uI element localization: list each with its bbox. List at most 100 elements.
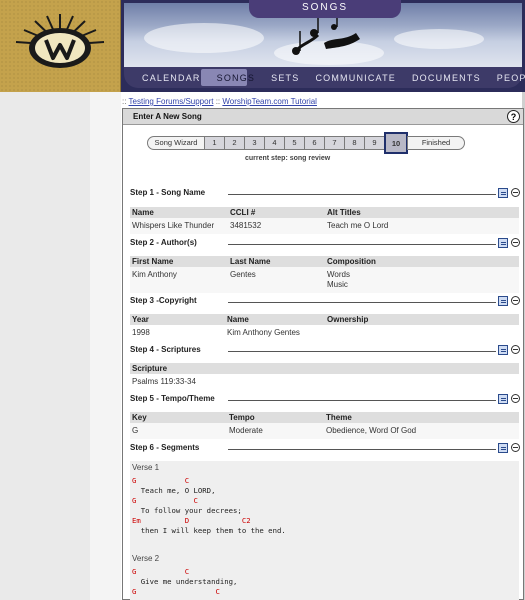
- alt-title: Teach me O Lord: [327, 221, 389, 230]
- chord-line: G C: [132, 476, 190, 485]
- logo-area: [0, 0, 121, 92]
- wizard-step-3[interactable]: 3: [244, 136, 265, 150]
- breadcrumb-separator: ::: [215, 97, 221, 106]
- author-first-name: Kim Anthony: [132, 270, 177, 279]
- music-notes-icon: [292, 15, 360, 55]
- step2-table: First Name Last Name Composition Kim Ant…: [130, 256, 519, 293]
- chord-line: G C: [132, 587, 220, 596]
- edit-icon[interactable]: [498, 188, 508, 198]
- edit-icon[interactable]: [498, 238, 508, 248]
- remove-icon[interactable]: [511, 345, 520, 354]
- wizard-step-9[interactable]: 9: [364, 136, 385, 150]
- table-row: 1998 Kim Anthony Gentes: [130, 325, 519, 341]
- composition-music: Music: [327, 280, 348, 289]
- remove-icon[interactable]: [511, 296, 520, 305]
- edit-icon[interactable]: [498, 394, 508, 404]
- remove-icon[interactable]: [511, 443, 520, 452]
- wizard-step-5[interactable]: 5: [284, 136, 305, 150]
- step6-title: Step 6 - Segments: [130, 443, 200, 452]
- table-header: Key Tempo Theme: [130, 412, 519, 423]
- step1-table: Name CCLI # Alt Titles Whispers Like Thu…: [130, 207, 519, 234]
- header-cell: Tempo: [229, 413, 255, 422]
- edit-icon[interactable]: [498, 296, 508, 306]
- divider: [228, 351, 496, 352]
- song-wizard-steps: Song Wizard 1 2 3 4 5 6 7 8 9 10 Finishe…: [147, 132, 465, 154]
- divider: [228, 244, 496, 245]
- lyric-line: Give me understanding,: [132, 577, 238, 586]
- remove-icon[interactable]: [511, 394, 520, 403]
- step4-header: Step 4 - Scriptures: [130, 344, 520, 358]
- composition-words: Words: [327, 270, 350, 279]
- wizard-step-current[interactable]: 10: [384, 132, 408, 154]
- copyright-year: 1998: [132, 328, 150, 337]
- lyric-line: To follow your decrees;: [132, 506, 242, 515]
- nav-sets[interactable]: SETS: [271, 73, 299, 83]
- remove-icon[interactable]: [511, 238, 520, 247]
- step3-header: Step 3 -Copyright: [130, 295, 520, 309]
- nav-communicate[interactable]: COMMUNICATE: [315, 73, 396, 83]
- chord-line: G C: [132, 567, 190, 576]
- divider: [228, 449, 496, 450]
- song-theme: Obedience, Word Of God: [326, 426, 417, 435]
- main-nav: CALENDAR SONGS SETS COMMUNICATE DOCUMENT…: [124, 67, 525, 88]
- table-header: Name CCLI # Alt Titles: [130, 207, 519, 218]
- step5-title: Step 5 - Tempo/Theme: [130, 394, 215, 403]
- wizard-step-7[interactable]: 7: [324, 136, 345, 150]
- song-tempo: Moderate: [229, 426, 263, 435]
- step4-title: Step 4 - Scriptures: [130, 345, 201, 354]
- divider: [228, 400, 496, 401]
- panel-header: Enter A New Song ?: [123, 109, 523, 125]
- song-name: Whispers Like Thunder: [132, 221, 215, 230]
- verse2-title: Verse 2: [132, 554, 160, 563]
- wizard-step-6[interactable]: 6: [304, 136, 325, 150]
- breadcrumb: :: Testing Forums/Support :: WorshipTeam…: [122, 97, 317, 106]
- header-cell: First Name: [132, 257, 174, 266]
- worshipteam-logo[interactable]: [11, 12, 109, 78]
- segments-list: Verse 1 G C Teach me, O LORD, G C To fol…: [130, 461, 519, 600]
- wizard-step-1[interactable]: 1: [204, 136, 225, 150]
- nav-people[interactable]: PEOPLE: [497, 73, 525, 83]
- table-header: Year Name Ownership: [130, 314, 519, 325]
- nav-songs[interactable]: SONGS: [217, 73, 256, 83]
- header-cell: Key: [132, 413, 147, 422]
- header-cell: Composition: [327, 257, 376, 266]
- header-cell: Year: [132, 315, 149, 324]
- wizard-status: current step: song review: [245, 155, 331, 162]
- panel-title: Enter A New Song: [133, 112, 202, 121]
- divider: [228, 194, 496, 195]
- step1-header: Step 1 - Song Name: [130, 187, 520, 201]
- wizard-step-2[interactable]: 2: [224, 136, 245, 150]
- chord-line: Em D C2: [132, 516, 251, 525]
- scripture-reference: Psalms 119:33-34: [132, 377, 196, 386]
- header-cell: Name: [227, 315, 249, 324]
- step5-table: Key Tempo Theme G Moderate Obedience, Wo…: [130, 412, 519, 439]
- header-cell: Last Name: [230, 257, 271, 266]
- breadcrumb-link-forums[interactable]: Testing Forums/Support: [129, 97, 214, 106]
- table-row: Psalms 119:33-34: [130, 374, 519, 390]
- table-row: Whispers Like Thunder 3481532 Teach me O…: [130, 218, 519, 234]
- remove-icon[interactable]: [511, 188, 520, 197]
- help-icon[interactable]: ?: [507, 110, 520, 123]
- edit-icon[interactable]: [498, 443, 508, 453]
- nav-calendar[interactable]: CALENDAR: [142, 73, 201, 83]
- author-last-name: Gentes: [230, 270, 256, 279]
- nav-documents[interactable]: DOCUMENTS: [412, 73, 481, 83]
- step4-table: Scripture Psalms 119:33-34: [130, 363, 519, 390]
- wizard-step-4[interactable]: 4: [264, 136, 285, 150]
- edit-icon[interactable]: [498, 345, 508, 355]
- wizard-label: Song Wizard: [147, 136, 205, 150]
- breadcrumb-link-tutorial[interactable]: WorshipTeam.com Tutorial: [222, 97, 317, 106]
- step3-table: Year Name Ownership 1998 Kim Anthony Gen…: [130, 314, 519, 341]
- wizard-finished-button[interactable]: Finished: [407, 136, 465, 150]
- step5-header: Step 5 - Tempo/Theme: [130, 393, 520, 407]
- header-cell: Theme: [326, 413, 352, 422]
- step2-header: Step 2 - Author(s): [130, 237, 520, 251]
- table-row: Kim Anthony Gentes Words Music: [130, 267, 519, 293]
- chord-line: G C: [132, 496, 198, 505]
- header-cell: Alt Titles: [327, 208, 361, 217]
- table-header: First Name Last Name Composition: [130, 256, 519, 267]
- step1-title: Step 1 - Song Name: [130, 188, 206, 197]
- wizard-step-8[interactable]: 8: [344, 136, 365, 150]
- copyright-name: Kim Anthony Gentes: [227, 328, 300, 337]
- lyric-line: then I will keep them to the end.: [132, 526, 286, 535]
